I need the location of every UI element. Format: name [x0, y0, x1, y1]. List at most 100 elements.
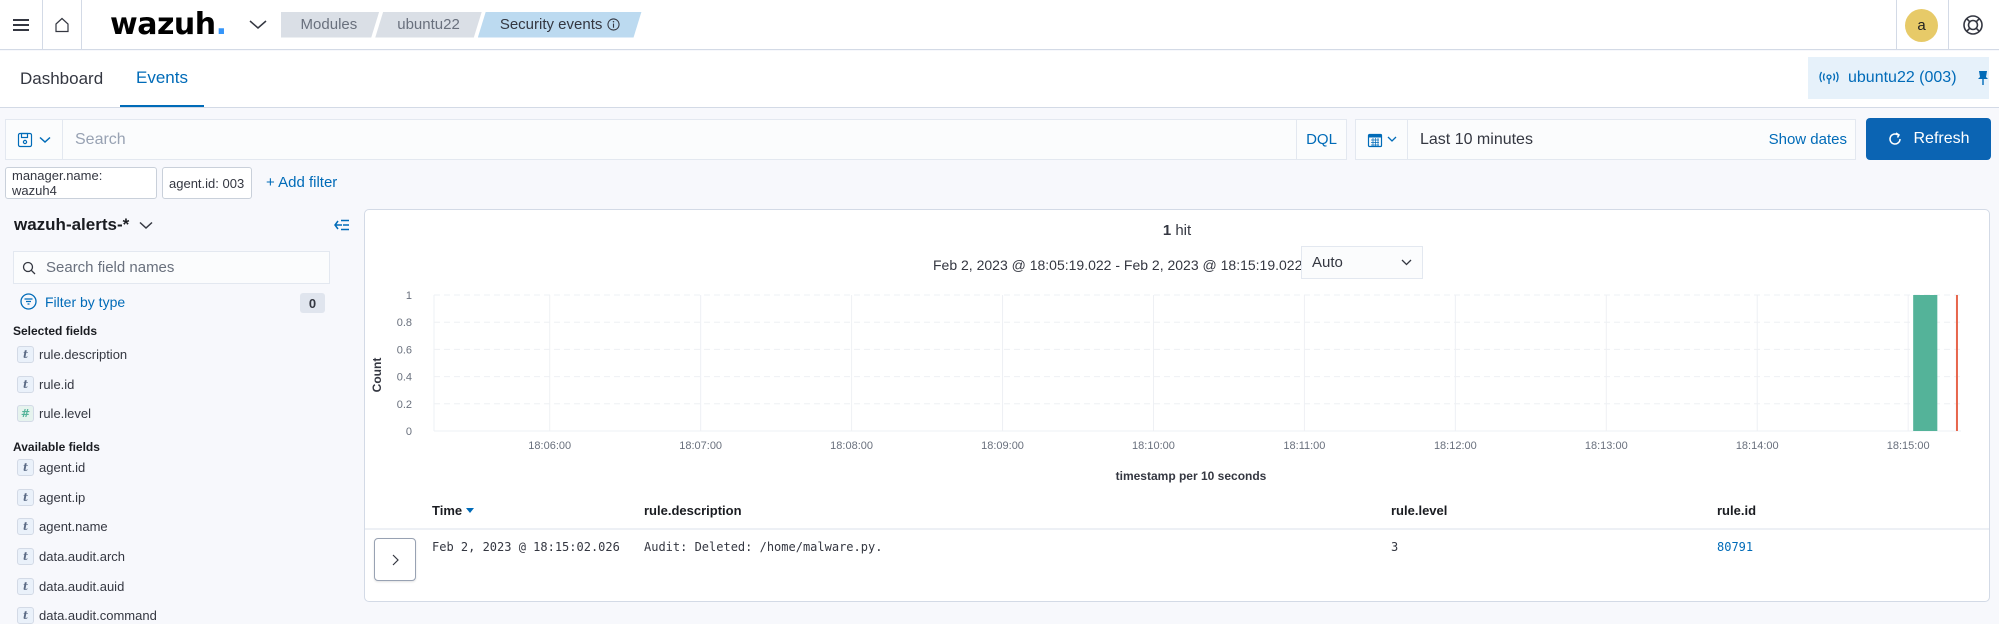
column-header-id[interactable]: rule.id: [1717, 503, 1756, 518]
y-tick-label: 0.8: [397, 317, 412, 329]
cell-description: Audit: Deleted: /home/malware.py.: [644, 540, 883, 554]
field-item[interactable]: t agent.name: [17, 518, 108, 535]
string-type-icon: t: [17, 489, 34, 506]
help-icon: [1963, 15, 1983, 35]
histogram-bar: [1913, 295, 1938, 431]
quick-date-menu-button[interactable]: [1356, 120, 1408, 159]
field-search-box: [13, 251, 330, 284]
save-icon: [17, 132, 33, 147]
filter-by-type-button[interactable]: Filter by type: [20, 293, 125, 310]
chevron-right-icon: [392, 554, 399, 565]
field-sidebar: wazuh-alerts-* Filter by type 0 Selected…: [0, 205, 360, 624]
tab-dashboard[interactable]: Dashboard: [20, 51, 103, 107]
logo-dot: .: [215, 7, 227, 42]
breadcrumb-label: ubuntu22: [397, 16, 460, 33]
header-divider: [365, 528, 1989, 530]
app-menu-toggle[interactable]: [249, 17, 273, 33]
menu-button[interactable]: [0, 0, 42, 50]
filter-pill-agent[interactable]: agent.id: 003: [162, 167, 252, 199]
string-type-icon: t: [17, 548, 34, 565]
cell-rule-id-link[interactable]: 80791: [1717, 540, 1753, 554]
results-panel: 1 hit Feb 2, 2023 @ 18:05:19.022 - Feb 2…: [364, 209, 1990, 602]
field-item[interactable]: t agent.ip: [17, 489, 85, 506]
wazuh-logo[interactable]: wazuh.: [110, 7, 227, 42]
y-tick-label: 0: [406, 426, 412, 438]
module-tabs: Dashboard Events: [0, 51, 1999, 108]
add-filter-button[interactable]: + Add filter: [266, 174, 337, 191]
available-fields-heading: Available fields: [13, 440, 100, 454]
dql-label: DQL: [1306, 131, 1337, 148]
field-item[interactable]: # rule.level: [17, 405, 91, 422]
search-input[interactable]: [63, 120, 1296, 159]
index-pattern-selector[interactable]: wazuh-alerts-*: [14, 215, 153, 235]
breadcrumb-label: Modules: [300, 16, 358, 33]
field-search-input[interactable]: [46, 259, 306, 276]
x-tick-label: 18:15:00: [1887, 440, 1930, 452]
string-type-icon: t: [17, 518, 34, 535]
y-tick-label: 0.4: [397, 372, 412, 384]
breadcrumb-modules[interactable]: Modules: [281, 12, 380, 38]
filter-icon: [20, 293, 37, 310]
user-avatar[interactable]: a: [1905, 9, 1938, 42]
column-header-level[interactable]: rule.level: [1391, 503, 1447, 518]
query-language-toggle[interactable]: DQL: [1296, 120, 1346, 159]
column-header-description[interactable]: rule.description: [644, 503, 742, 518]
agent-pill-label: ubuntu22 (003): [1848, 69, 1957, 86]
x-tick-label: 18:11:00: [1283, 440, 1325, 452]
selected-fields-heading: Selected fields: [13, 324, 98, 338]
column-label: rule.id: [1717, 503, 1757, 518]
expand-row-button[interactable]: [374, 538, 416, 581]
field-item[interactable]: t data.audit.auid: [17, 578, 124, 595]
x-tick-label: 18:14:00: [1736, 440, 1779, 452]
field-name: rule.description: [39, 347, 128, 362]
y-tick-label: 0.6: [397, 344, 412, 356]
query-bar: DQL: [5, 119, 1347, 160]
y-axis-label: Count: [370, 358, 384, 393]
x-tick-label: 18:08:00: [830, 440, 873, 452]
search-icon: [22, 261, 36, 274]
calendar-icon: [1367, 133, 1382, 147]
field-item[interactable]: t data.audit.arch: [17, 548, 125, 565]
saved-queries-button[interactable]: [6, 120, 63, 159]
breadcrumb-agent[interactable]: ubuntu22: [375, 12, 482, 38]
field-item[interactable]: t agent.id: [17, 459, 85, 476]
field-item[interactable]: t rule.id: [17, 376, 74, 393]
info-icon[interactable]: [607, 18, 620, 31]
avatar-initial: a: [1917, 17, 1926, 34]
cell-time: Feb 2, 2023 @ 18:15:02.026: [432, 540, 620, 554]
string-type-icon: t: [17, 578, 34, 595]
filter-label: agent.id: 003: [169, 175, 245, 191]
date-range-value[interactable]: Last 10 minutes: [1408, 131, 1769, 149]
home-button[interactable]: [43, 0, 81, 50]
filter-by-type-label: Filter by type: [45, 293, 126, 310]
refresh-button[interactable]: Refresh: [1866, 118, 1991, 160]
string-type-icon: t: [17, 607, 34, 624]
pinned-agent-pill[interactable]: ubuntu22 (003): [1808, 57, 1989, 99]
field-item[interactable]: t data.audit.command: [17, 607, 157, 624]
x-tick-label: 18:07:00: [679, 440, 722, 452]
string-type-icon: t: [17, 376, 34, 393]
date-range-label: Last 10 minutes: [1420, 130, 1533, 148]
x-axis-label: timestamp per 10 seconds: [1116, 469, 1267, 483]
date-picker: Last 10 minutes Show dates: [1355, 119, 1856, 160]
tab-label: Events: [136, 68, 188, 87]
antenna-icon: [1819, 71, 1839, 84]
y-tick-label: 0.2: [397, 399, 412, 411]
collapse-left-icon: [334, 219, 349, 231]
tab-events[interactable]: Events: [120, 51, 204, 107]
collapse-sidebar-button[interactable]: [334, 218, 350, 236]
field-item[interactable]: t rule.description: [17, 346, 127, 363]
pin-icon[interactable]: [1977, 70, 1989, 86]
column-header-time[interactable]: Time: [432, 503, 475, 518]
filter-count: 0: [308, 295, 317, 311]
help-button[interactable]: [1962, 14, 1984, 41]
show-dates-button[interactable]: Show dates: [1769, 131, 1855, 148]
breadcrumb-label: Security events: [499, 16, 603, 33]
divider: [1948, 0, 1949, 50]
filter-pill-manager[interactable]: manager.name: wazuh4: [5, 167, 157, 199]
filter-count-badge: 0: [300, 293, 325, 313]
y-tick-label: 1: [406, 290, 412, 302]
x-tick-label: 18:10:00: [1132, 440, 1175, 452]
string-type-icon: t: [17, 459, 34, 476]
histogram-chart: 0 0.2 0.4 0.6 0.8 1 18:06:00 18:07:00 18:08:00 1…: [370, 290, 1961, 483]
